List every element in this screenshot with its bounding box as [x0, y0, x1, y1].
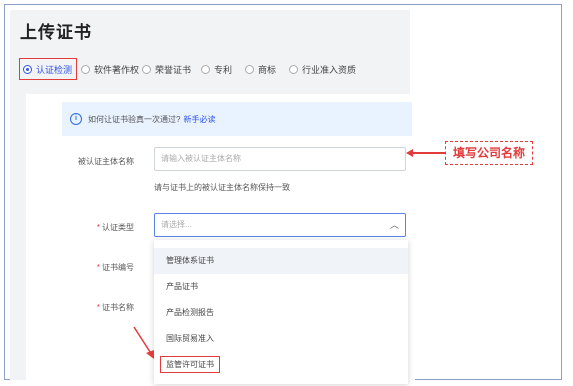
tab-industry-qualification[interactable]: 行业准入资质: [289, 58, 356, 80]
tab-label: 荣誉证书: [155, 64, 192, 75]
info-icon: i: [70, 113, 82, 125]
cert-type-placeholder: 请选择...: [161, 220, 192, 229]
certificate-type-tabs: 认证检测 软件著作权 荣誉证书 专利 商标 行业准入资质: [15, 58, 415, 82]
tab-certification-test[interactable]: 认证检测: [19, 58, 78, 80]
option-label: 管理体系证书: [166, 256, 214, 265]
cert-name-label-text: 证书名称: [102, 303, 134, 312]
chevron-up-icon[interactable]: ︿: [390, 214, 399, 236]
option-label: 监管许可证书: [160, 356, 220, 373]
upload-panel: 上传证书 认证检测 软件著作权 荣誉证书 专利 商标 行业准入资质 i 如何让证…: [10, 10, 415, 384]
radio-icon[interactable]: [81, 64, 90, 74]
radio-icon[interactable]: [142, 64, 151, 74]
tab-trademark[interactable]: 商标: [245, 58, 276, 80]
info-text: 如何让证书验真一次通过?: [88, 114, 181, 124]
tab-label: 认证检测: [36, 64, 73, 75]
option-product-certificate[interactable]: 产品证书: [154, 274, 408, 300]
subject-name-input[interactable]: 请输入被认证主体名称: [154, 147, 406, 171]
cert-number-label-text: 证书编号: [102, 263, 134, 272]
subject-name-label-text: 被认证主体名称: [78, 157, 134, 166]
option-label: 产品检测报告: [166, 308, 214, 317]
subject-name-hint: 请与证书上的被认证主体名称保持一致: [154, 183, 290, 192]
cert-name-label: * 证书名称: [54, 302, 134, 313]
cert-type-label: * 认证类型: [54, 222, 134, 233]
option-label: 国际贸易准入: [166, 334, 214, 343]
subject-name-label: 被认证主体名称: [54, 156, 134, 167]
tab-honor-certificate[interactable]: 荣誉证书: [142, 58, 191, 80]
beginner-guide-link[interactable]: 新手必读: [183, 114, 215, 125]
certificate-form: i 如何让证书验真一次通过? 新手必读 被认证主体名称 请输入被认证主体名称 请…: [26, 94, 415, 384]
radio-selected-icon[interactable]: [23, 64, 32, 74]
cert-type-select[interactable]: 请选择... ︿: [154, 213, 406, 237]
screenshot-frame: 上传证书 认证检测 软件著作权 荣誉证书 专利 商标 行业准入资质 i 如何让证…: [4, 4, 562, 384]
tab-software-copyright[interactable]: 软件著作权: [81, 58, 139, 80]
tab-label: 行业准入资质: [302, 64, 357, 75]
radio-icon[interactable]: [245, 64, 254, 74]
cert-number-label: * 证书编号: [54, 262, 134, 273]
annotation-arrow-icon: [133, 326, 154, 359]
radio-icon[interactable]: [289, 64, 298, 74]
cert-type-dropdown: 管理体系证书 产品证书 产品检测报告 国际贸易准入 监管许可证书: [154, 240, 408, 384]
info-banner: i 如何让证书验真一次通过? 新手必读: [62, 102, 412, 136]
annotation-label: 填写公司名称: [445, 141, 533, 165]
option-international-trade[interactable]: 国际贸易准入: [154, 326, 408, 352]
cert-type-label-text: 认证类型: [102, 223, 134, 232]
tab-patent[interactable]: 专利: [201, 58, 232, 80]
required-mark: *: [96, 303, 100, 312]
annotation-arrow-head-icon: [406, 149, 413, 157]
tab-label: 软件著作权: [94, 64, 140, 75]
option-management-system[interactable]: 管理体系证书: [154, 248, 408, 274]
radio-icon[interactable]: [201, 64, 210, 74]
option-regulatory-license[interactable]: 监管许可证书: [154, 352, 408, 378]
option-label: 产品证书: [166, 282, 198, 291]
option-product-test-report[interactable]: 产品检测报告: [154, 300, 408, 326]
required-mark: *: [96, 223, 100, 232]
required-mark: *: [96, 263, 100, 272]
annotation-arrow-line: [411, 152, 445, 154]
tab-label: 商标: [258, 64, 277, 75]
page-title: 上传证书: [20, 23, 92, 42]
tab-label: 专利: [214, 64, 233, 75]
